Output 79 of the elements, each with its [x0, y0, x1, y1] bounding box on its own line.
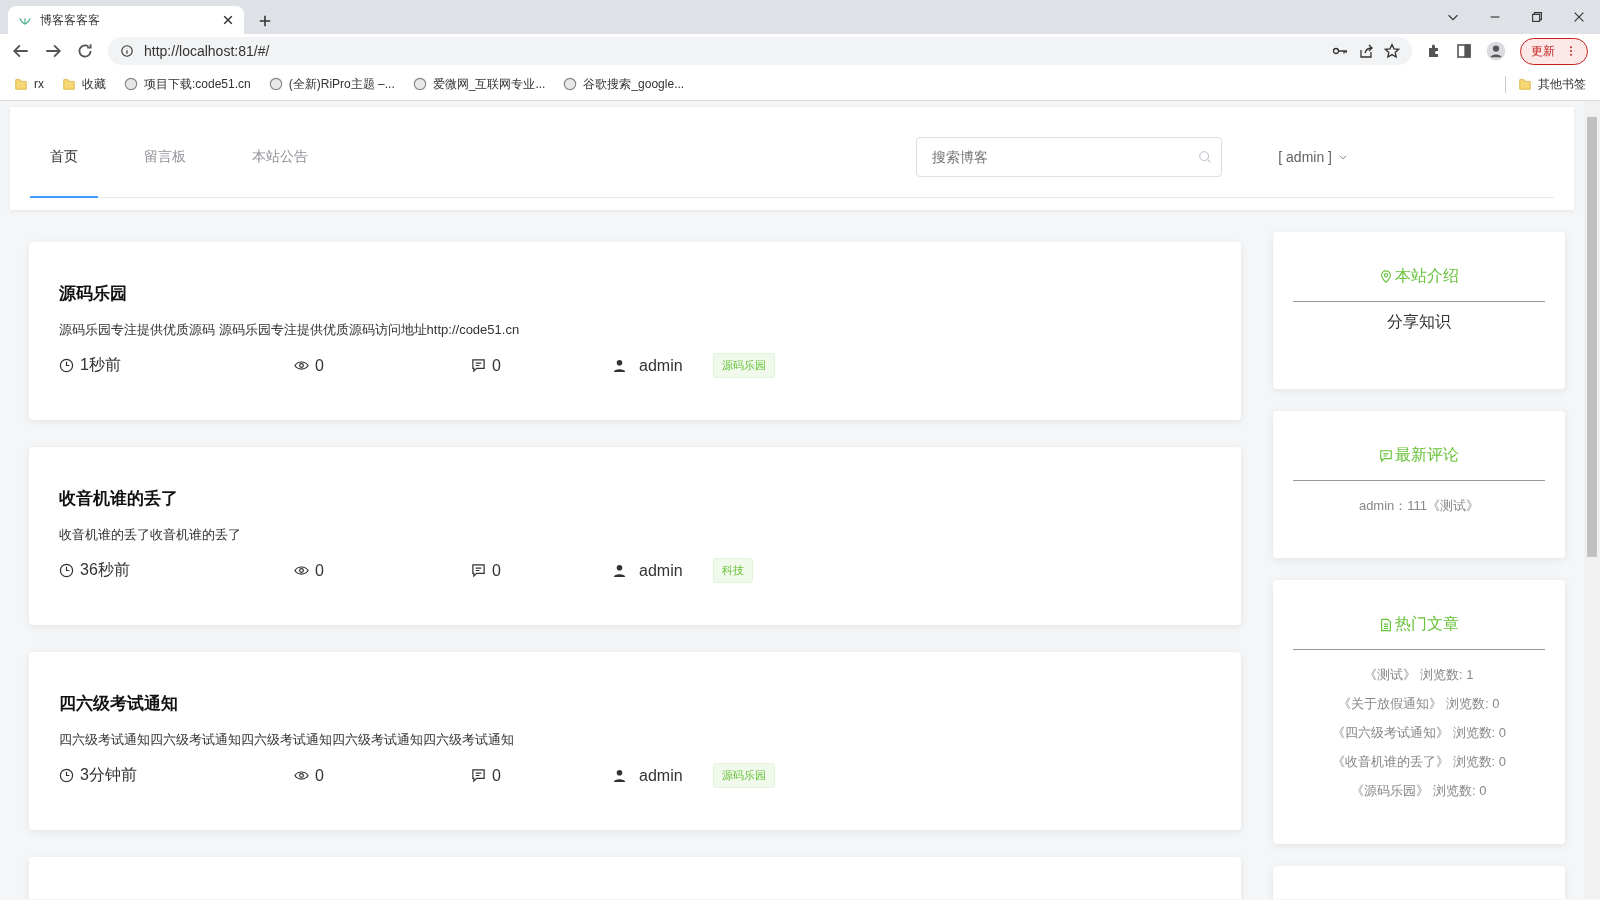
- view-count: 0: [315, 561, 324, 580]
- info-icon: [120, 44, 134, 58]
- bookmark[interactable]: 谷歌搜索_google...: [563, 75, 685, 93]
- post-summary: 源码乐园专注提供优质源码 源码乐园专注提供优质源码访问地址http://code51.cn: [59, 321, 521, 339]
- hot-post-link[interactable]: 《收音机谁的丢了》 浏览数: 0: [1293, 747, 1545, 776]
- scrollbar[interactable]: [1584, 101, 1600, 899]
- post-title[interactable]: 收音机谁的丢了: [59, 487, 1211, 510]
- document-icon: [1379, 617, 1393, 632]
- hot-post-link[interactable]: 《测试》 浏览数: 1: [1293, 660, 1545, 689]
- new-tab-button[interactable]: [258, 14, 272, 28]
- post-title[interactable]: 四六级考试通知: [59, 692, 1211, 715]
- card-heading: 本站介绍: [1395, 266, 1459, 286]
- close-icon: [222, 14, 234, 26]
- comment-count: 0: [492, 561, 501, 580]
- post-author: admin: [639, 561, 683, 580]
- folder-icon: [1518, 77, 1532, 91]
- card-heading: 热门文章: [1395, 614, 1459, 634]
- view-count: 0: [315, 356, 324, 375]
- avatar-icon: [1486, 41, 1506, 61]
- user-icon: [612, 358, 627, 373]
- share-icon: [1358, 43, 1374, 59]
- bookmark[interactable]: rx: [14, 77, 44, 91]
- hot-post-link[interactable]: 《源码乐园》 浏览数: 0: [1293, 776, 1545, 805]
- hot-post-link[interactable]: 《关于放假通知》 浏览数: 0: [1293, 689, 1545, 718]
- side-panel-icon: [1456, 43, 1472, 59]
- site-icon: [124, 77, 138, 91]
- post-time: 1秒前: [80, 355, 121, 375]
- star-icon: [1384, 43, 1400, 59]
- bookmark[interactable]: (全新)RiPro主题 –...: [268, 75, 395, 93]
- clock-icon: [59, 563, 74, 578]
- forward-arrow-icon: [44, 42, 62, 60]
- comment-count: 0: [492, 356, 501, 375]
- eye-icon: [294, 768, 309, 783]
- site-icon: [563, 77, 578, 91]
- eye-icon: [294, 358, 309, 373]
- post-summary: 四六级考试通知四六级考试通知四六级考试通知四六级考试通知四六级考试通知: [59, 731, 515, 749]
- post-author: admin: [639, 766, 683, 785]
- post-summary: 收音机谁的丢了收音机谁的丢了: [59, 526, 242, 544]
- comment-icon: [471, 358, 486, 373]
- user-icon: [612, 768, 627, 783]
- bookmark[interactable]: 项目下载:code51.cn: [124, 75, 251, 93]
- close-icon: [1572, 10, 1586, 24]
- bookmark[interactable]: 收藏: [62, 75, 106, 93]
- site-icon: [268, 77, 283, 91]
- comment-count: 0: [492, 766, 501, 785]
- plus-icon: [258, 14, 272, 28]
- comment-icon: [471, 768, 486, 783]
- about-text: 分享知识: [1386, 312, 1452, 332]
- eye-icon: [294, 563, 309, 578]
- comment-entry[interactable]: admin：111《测试》: [1293, 491, 1545, 520]
- view-count: 0: [315, 766, 324, 785]
- search-icon: [1198, 150, 1213, 164]
- chevron-down-icon: [1338, 152, 1348, 162]
- back-arrow-icon: [12, 42, 30, 60]
- clock-icon: [59, 768, 74, 783]
- reload-icon: [76, 42, 94, 60]
- nav-tab[interactable]: 首页: [30, 117, 98, 198]
- other-bookmarks[interactable]: 其他书签: [1505, 75, 1586, 93]
- user-menu[interactable]: [ admin ]: [1272, 148, 1354, 166]
- update-button[interactable]: 更新: [1520, 37, 1588, 65]
- clock-icon: [59, 358, 74, 373]
- site-icon: [412, 77, 427, 91]
- card-heading: 最新评论: [1395, 445, 1459, 465]
- address-bar[interactable]: http://localhost:81/#/: [108, 37, 1412, 65]
- search-field[interactable]: 搜索博客: [916, 137, 1223, 177]
- comment-icon: [1379, 448, 1393, 463]
- comment-icon: [471, 563, 486, 578]
- post-time: 36秒前: [80, 560, 130, 580]
- restore-icon: [1530, 10, 1544, 24]
- hot-post-link[interactable]: 《四六级考试通知》 浏览数: 0: [1293, 718, 1545, 747]
- browser-tab[interactable]: 博客客客客: [8, 6, 244, 34]
- post-title[interactable]: 源码乐园: [59, 282, 1211, 305]
- folder-icon: [14, 77, 28, 91]
- folder-icon: [62, 77, 76, 91]
- user-icon: [612, 563, 627, 578]
- post-time: 3分钟前: [80, 765, 137, 785]
- post-author: admin: [639, 356, 683, 375]
- bookmark[interactable]: 爱微网_互联网专业...: [412, 75, 546, 93]
- location-pin-icon: [1379, 269, 1393, 284]
